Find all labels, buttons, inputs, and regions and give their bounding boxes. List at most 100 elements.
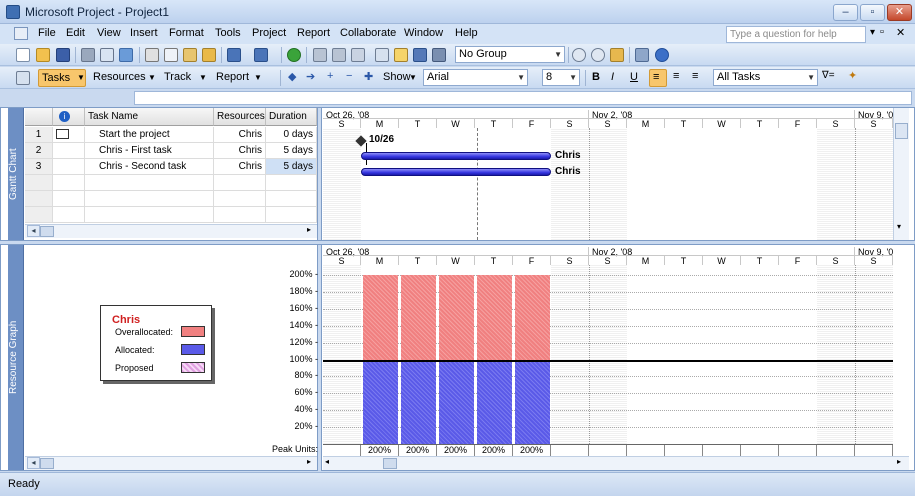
row-number[interactable]	[25, 175, 53, 191]
autofilter-icon[interactable]: ∇=	[822, 70, 835, 81]
gantt-vertical-scrollbar[interactable]: ▾	[893, 108, 909, 240]
assign-resources-icon[interactable]	[413, 48, 427, 62]
indicators-header[interactable]: i	[53, 108, 85, 126]
hide-subtasks-icon[interactable]: −	[346, 70, 352, 82]
resources-cell[interactable]: Chris	[214, 127, 266, 143]
gantt-wizard-icon[interactable]: ✦	[848, 69, 857, 82]
align-right-icon[interactable]: ≡	[692, 70, 698, 82]
scroll-left-icon[interactable]: ◂	[325, 457, 329, 466]
timescale-day-label[interactable]: F	[779, 118, 817, 129]
bold-button[interactable]: B	[592, 71, 600, 83]
timescale-day-label[interactable]: M	[361, 255, 399, 266]
split-task-icon[interactable]	[351, 48, 365, 62]
copy-picture-icon[interactable]	[635, 48, 649, 62]
cut-icon[interactable]	[145, 48, 159, 62]
timescale-day-label[interactable]: W	[703, 118, 741, 129]
task-name-cell[interactable]	[85, 175, 214, 191]
copy-icon[interactable]	[164, 48, 178, 62]
report-guide-button[interactable]: Report	[216, 71, 249, 83]
menu-tools[interactable]: Tools	[215, 27, 241, 39]
print-icon[interactable]	[81, 48, 95, 62]
task-name-cell[interactable]	[85, 191, 214, 207]
allocated-bar[interactable]	[439, 359, 474, 444]
menu-collaborate[interactable]: Collaborate	[340, 27, 396, 39]
resources-header[interactable]: Resources	[214, 108, 266, 126]
print-preview-icon[interactable]	[100, 48, 114, 62]
timescale-day-label[interactable]: S	[817, 118, 855, 129]
timescale-day-label[interactable]: S	[551, 118, 589, 129]
timescale-day-label[interactable]: W	[437, 255, 475, 266]
timescale-day-label[interactable]: T	[399, 118, 437, 129]
allocated-bar[interactable]	[401, 359, 436, 444]
help-dropdown-icon[interactable]: ▾	[870, 27, 875, 38]
insert-hyperlink-icon[interactable]	[287, 48, 301, 62]
close-button[interactable]: ✕	[887, 4, 912, 21]
task-name-cell[interactable]	[85, 207, 214, 223]
timescale-day-label[interactable]: M	[361, 118, 399, 129]
task-name-header[interactable]: Task Name	[85, 108, 214, 126]
resources-cell[interactable]	[214, 191, 266, 207]
help-search-input[interactable]: Type a question for help	[726, 26, 866, 43]
chevron-down-icon[interactable]: ▼	[199, 73, 207, 82]
task-name-cell[interactable]: Chris - First task	[85, 143, 214, 159]
resources-cell[interactable]	[214, 207, 266, 223]
font-size-combo[interactable]: 8 ▼	[542, 69, 580, 86]
timescale-day-label[interactable]: T	[665, 118, 703, 129]
format-painter-icon[interactable]	[202, 48, 216, 62]
redo-icon[interactable]	[254, 48, 268, 62]
menu-insert[interactable]: Insert	[130, 27, 158, 39]
indicator-cell[interactable]	[53, 127, 85, 143]
resources-cell[interactable]: Chris	[214, 143, 266, 159]
timescale-day-label[interactable]: F	[513, 118, 551, 129]
row-number[interactable]: 3	[25, 159, 53, 175]
menu-edit[interactable]: Edit	[66, 27, 85, 39]
allocated-bar[interactable]	[515, 359, 550, 444]
scroll-left-icon[interactable]: ◂	[27, 457, 40, 469]
duration-header[interactable]: Duration	[266, 108, 317, 126]
pane-divider[interactable]	[317, 108, 322, 240]
menu-file[interactable]: File	[38, 27, 56, 39]
timescale-day-label[interactable]: S	[855, 255, 893, 266]
restore-button[interactable]: ▫	[860, 4, 885, 21]
chevron-down-icon[interactable]: ▼	[148, 73, 156, 82]
duration-cell[interactable]: 5 days	[266, 159, 317, 175]
align-center-icon[interactable]: ≡	[673, 70, 679, 82]
timescale-day-label[interactable]: S	[817, 255, 855, 266]
indicator-cell[interactable]	[53, 207, 85, 223]
menu-report[interactable]: Report	[297, 27, 330, 39]
timescale-day-label[interactable]: F	[779, 255, 817, 266]
task-name-cell[interactable]: Start the project	[85, 127, 214, 143]
task-notes-icon[interactable]	[394, 48, 408, 62]
indicator-cell[interactable]	[53, 175, 85, 191]
scroll-thumb[interactable]	[895, 123, 908, 139]
resources-cell[interactable]: Chris	[214, 159, 266, 175]
view-bar-icon[interactable]	[16, 71, 30, 85]
open-icon[interactable]	[36, 48, 50, 62]
filter-combo[interactable]: All Tasks ▼	[713, 69, 818, 86]
spelling-icon[interactable]	[119, 48, 133, 62]
align-left-button[interactable]: ≡	[649, 69, 667, 87]
zoom-out-icon[interactable]	[591, 48, 605, 62]
new-icon[interactable]	[16, 48, 30, 62]
duration-cell[interactable]	[266, 175, 317, 191]
scroll-right-icon[interactable]: ▸	[307, 457, 311, 466]
minimize-button[interactable]: ‒	[833, 4, 858, 21]
menu-help[interactable]: Help	[455, 27, 478, 39]
group-by-combo[interactable]: No Group ▼	[455, 46, 565, 63]
timescale-day-label[interactable]: T	[665, 255, 703, 266]
timescale-day-label[interactable]: T	[475, 255, 513, 266]
doc-close-icon[interactable]: ✕	[896, 26, 905, 39]
scroll-down-icon[interactable]: ▾	[897, 222, 901, 231]
scroll-right-icon[interactable]: ▸	[897, 457, 901, 466]
timescale-day-label[interactable]: T	[475, 118, 513, 129]
project-app-icon[interactable]	[6, 5, 20, 19]
indicator-cell[interactable]	[53, 143, 85, 159]
row-number[interactable]	[25, 207, 53, 223]
doc-restore-icon[interactable]: ▫	[880, 26, 884, 38]
allocated-bar[interactable]	[363, 359, 398, 444]
track-guide-button[interactable]: Track	[164, 71, 191, 83]
scroll-to-task-icon[interactable]	[610, 48, 624, 62]
duration-cell[interactable]: 0 days	[266, 127, 317, 143]
overallocated-bar[interactable]	[477, 275, 512, 360]
undo-icon[interactable]	[227, 48, 241, 62]
